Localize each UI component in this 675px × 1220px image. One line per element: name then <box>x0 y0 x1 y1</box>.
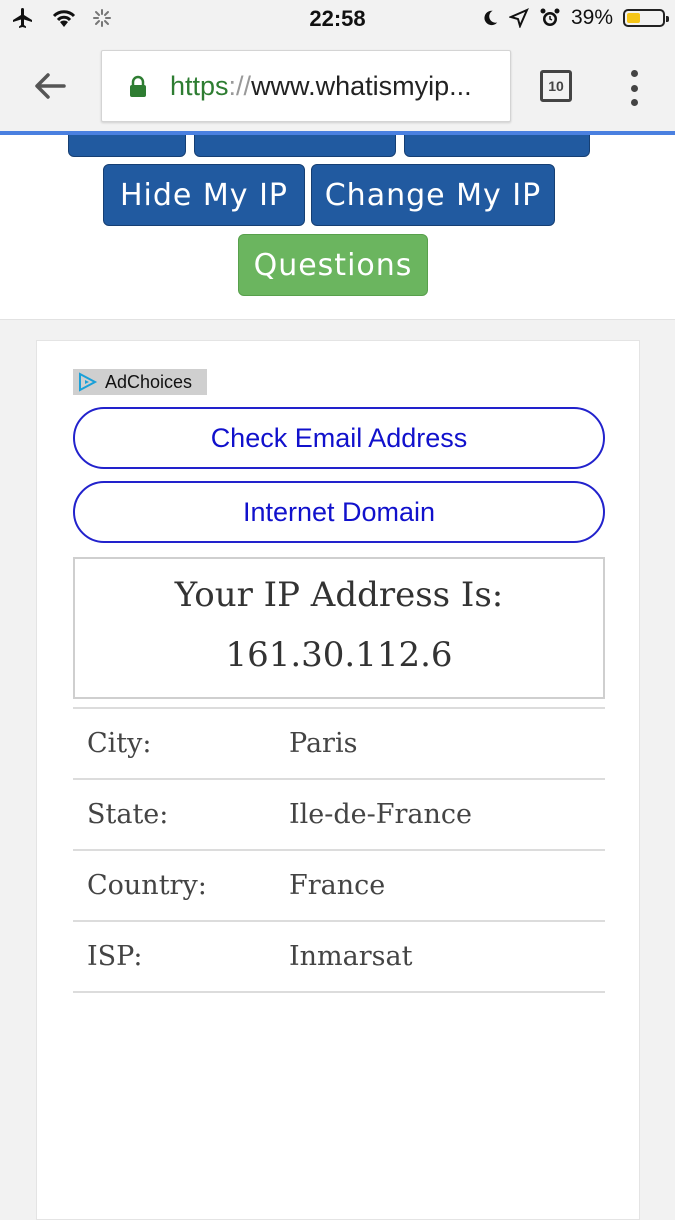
moon-icon <box>484 10 498 26</box>
address-bar[interactable]: https://www.whatismyip... <box>101 50 511 122</box>
row-label: State: <box>87 799 169 830</box>
row-value: Inmarsat <box>289 941 413 972</box>
row-label: Country: <box>87 870 207 901</box>
table-row-city: City: Paris <box>73 707 605 778</box>
row-value: Ile-de-France <box>289 799 473 830</box>
table-row-state: State: Ile-de-France <box>73 778 605 849</box>
battery-level <box>627 13 640 23</box>
alarm-icon <box>540 8 560 26</box>
adchoices-label: AdChoices <box>105 371 193 392</box>
adchoices-badge[interactable]: AdChoices <box>73 369 207 395</box>
back-arrow-icon[interactable] <box>30 66 70 106</box>
url-scheme: https <box>170 70 229 101</box>
ip-details-table: City: Paris State: Ile-de-France Country… <box>73 707 605 993</box>
url-host: www.whatismyip... <box>251 70 472 101</box>
nav-button-partial-3[interactable] <box>404 135 590 157</box>
ip-address-value: 161.30.112.6 <box>225 635 453 675</box>
table-row-country: Country: France <box>73 849 605 920</box>
nav-button-questions[interactable]: Questions <box>238 234 428 296</box>
battery-cap <box>666 16 669 22</box>
url-text: https://www.whatismyip... <box>170 71 472 102</box>
battery-icon <box>623 9 669 27</box>
nav-button-partial-2[interactable] <box>194 135 396 157</box>
adchoices-icon <box>79 372 98 392</box>
row-label: City: <box>87 728 152 759</box>
tab-switcher-button[interactable]: 10 <box>540 70 572 102</box>
nav-button-hide-my-ip[interactable]: Hide My IP <box>103 164 305 226</box>
internet-domain-button[interactable]: Internet Domain <box>73 481 605 543</box>
url-separator: :// <box>228 70 252 101</box>
location-arrow-icon <box>508 8 529 28</box>
nav-button-change-my-ip[interactable]: Change My IP <box>311 164 555 226</box>
browser-toolbar: https://www.whatismyip... 10 <box>0 36 675 132</box>
ip-heading: Your IP Address Is: <box>174 575 504 615</box>
row-value: Paris <box>289 728 358 759</box>
row-label: ISP: <box>87 941 143 972</box>
overflow-menu-icon[interactable] <box>628 70 640 106</box>
nav-button-partial-1[interactable] <box>68 135 186 157</box>
table-row-isp: ISP: Inmarsat <box>73 920 605 993</box>
status-right-icons: 39% <box>481 6 669 30</box>
ip-address-box: Your IP Address Is: 161.30.112.6 <box>73 557 605 699</box>
battery-percent: 39% <box>570 6 613 29</box>
lock-icon <box>130 75 146 97</box>
content-card: AdChoices Check Email Address Internet D… <box>36 340 640 1220</box>
row-value: France <box>289 870 386 901</box>
check-email-address-button[interactable]: Check Email Address <box>73 407 605 469</box>
site-nav: Hide My IP Change My IP Questions <box>0 135 675 320</box>
status-bar: 22:58 39% <box>0 0 675 36</box>
